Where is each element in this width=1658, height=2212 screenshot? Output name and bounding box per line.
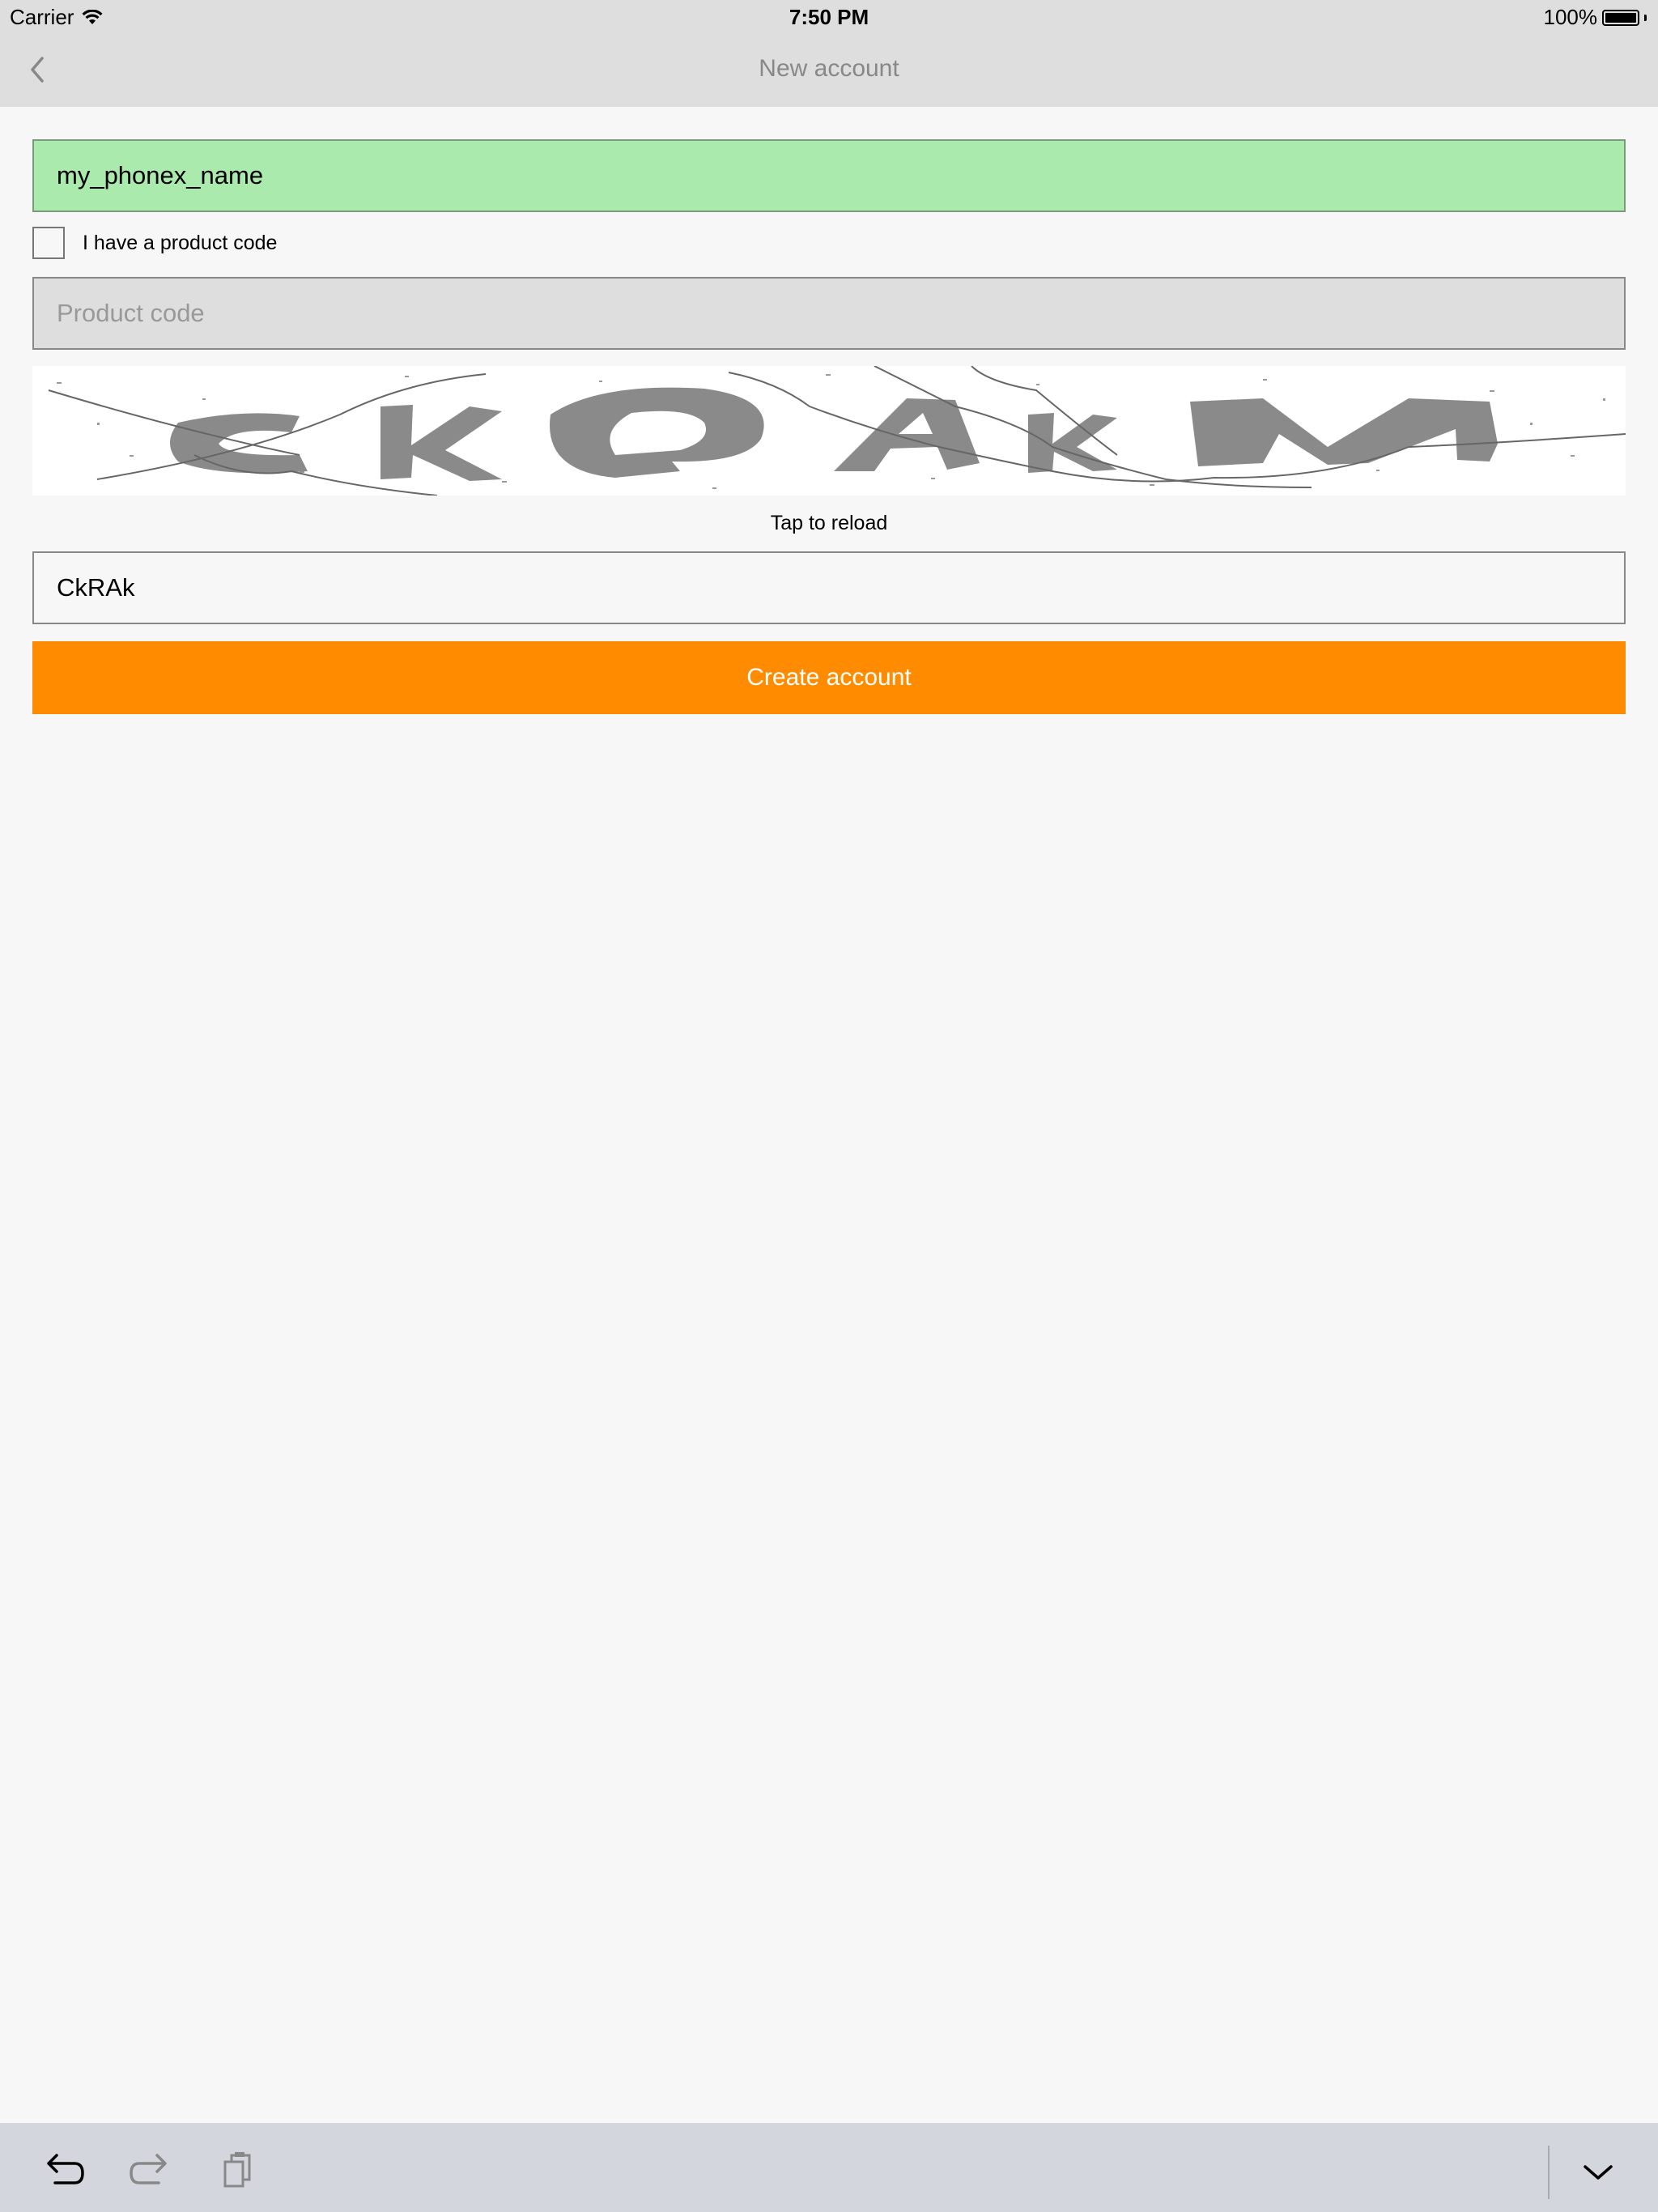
redo-icon <box>130 2154 167 2184</box>
paste-icon <box>223 2152 251 2188</box>
captcha-reload-label[interactable]: Tap to reload <box>0 512 1658 535</box>
product-code-input: Product code <box>32 277 1626 350</box>
username-input[interactable]: my_phonex_name <box>32 139 1626 212</box>
battery-percent: 100% <box>1543 5 1598 29</box>
keyboard-shortcut-bar <box>0 2123 1658 2212</box>
undo-icon <box>47 2154 84 2184</box>
product-code-checkbox-row[interactable]: I have a product code <box>32 227 277 259</box>
product-code-checkbox[interactable] <box>32 227 65 259</box>
create-account-button[interactable]: Create account <box>32 641 1626 714</box>
undo-button[interactable] <box>39 2147 87 2196</box>
product-code-checkbox-label: I have a product code <box>83 231 278 254</box>
captcha-image[interactable] <box>32 366 1626 496</box>
toolbar-divider <box>1548 2146 1550 2199</box>
battery-indicator: 100% <box>1544 5 1647 30</box>
redo-button[interactable] <box>126 2147 175 2196</box>
paste-button[interactable] <box>214 2147 262 2196</box>
battery-icon <box>1602 9 1639 26</box>
status-bar: Carrier 7:50 PM 100% <box>0 0 1658 32</box>
captcha-graphic <box>48 366 1626 496</box>
hide-keyboard-icon <box>1584 2165 1613 2180</box>
hide-keyboard-button[interactable] <box>1574 2147 1622 2196</box>
page-title: New account <box>759 55 899 82</box>
captcha-input[interactable]: CkRAk <box>32 551 1626 624</box>
status-time: 7:50 PM <box>789 5 869 29</box>
navigation-bar: New account <box>0 32 1658 107</box>
